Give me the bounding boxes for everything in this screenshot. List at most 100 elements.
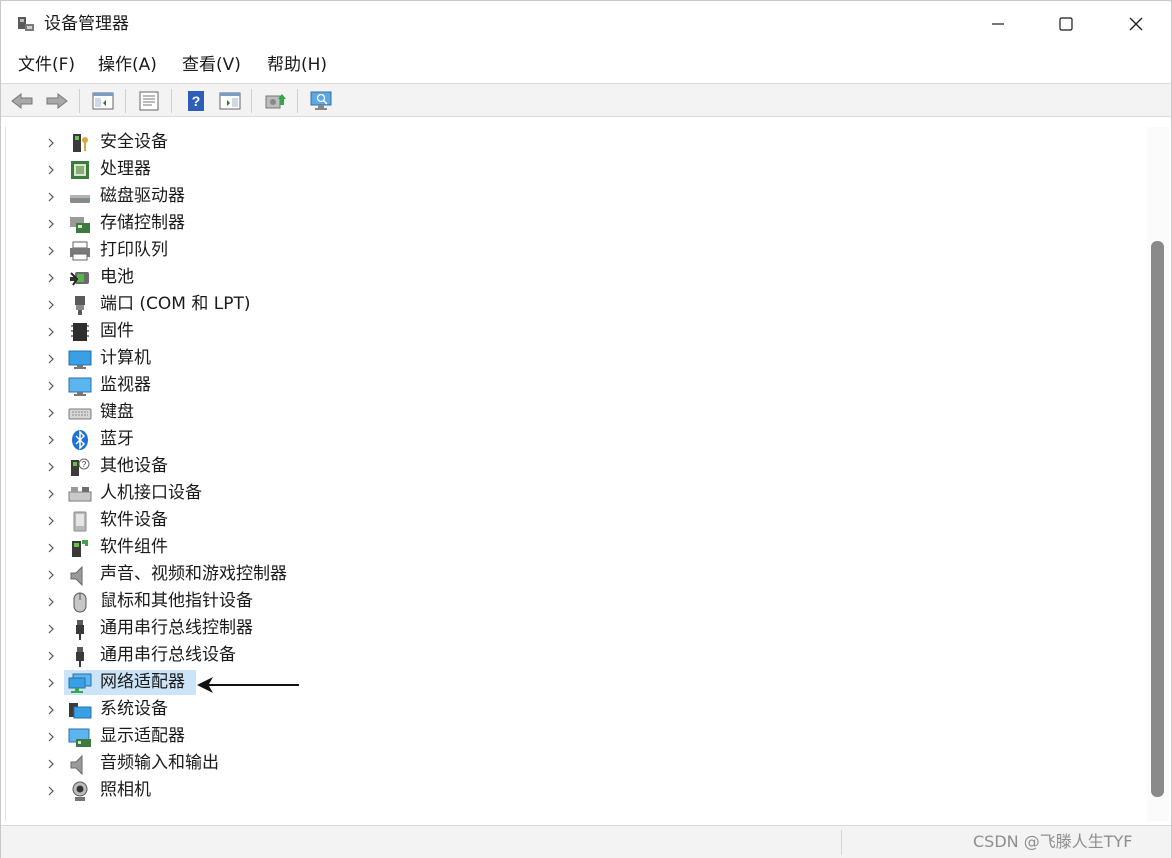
- forward-icon: [46, 92, 68, 110]
- chevron-right-icon[interactable]: [46, 542, 56, 554]
- scan-hardware-button[interactable]: [309, 88, 335, 114]
- help-icon: ?: [188, 91, 204, 111]
- chevron-right-icon[interactable]: [46, 704, 56, 716]
- tree-item[interactable]: 打印队列: [6, 237, 1146, 264]
- chevron-right-icon[interactable]: [46, 650, 56, 662]
- chevron-right-icon[interactable]: [46, 785, 56, 797]
- tree-item[interactable]: 存储控制器: [6, 210, 1146, 237]
- maximize-button[interactable]: [1031, 1, 1101, 47]
- software-device-icon: [73, 511, 87, 532]
- minimize-button[interactable]: [963, 1, 1033, 47]
- chevron-right-icon[interactable]: [46, 515, 56, 527]
- action-pane-button[interactable]: [217, 88, 243, 114]
- svg-text:?: ?: [192, 93, 201, 109]
- tree-item[interactable]: 音频输入和输出: [6, 750, 1146, 777]
- tree-item-label: 声音、视频和游戏控制器: [100, 564, 287, 584]
- tree-item[interactable]: 照相机: [6, 777, 1146, 804]
- chevron-right-icon[interactable]: [46, 677, 56, 689]
- tree-item[interactable]: 软件组件: [6, 534, 1146, 561]
- tree-item-label: 安全设备: [100, 132, 168, 152]
- tree-item[interactable]: 计算机: [6, 345, 1146, 372]
- tree-item-label: 网络适配器: [100, 672, 185, 692]
- chevron-right-icon[interactable]: [46, 191, 56, 203]
- chevron-right-icon[interactable]: [46, 353, 56, 365]
- tree-item-label: 软件组件: [100, 537, 168, 557]
- tree-item[interactable]: 处理器: [6, 156, 1146, 183]
- menu-file[interactable]: 文件(F): [18, 54, 75, 76]
- update-driver-button[interactable]: [262, 88, 288, 114]
- menu-action[interactable]: 操作(A): [98, 54, 157, 76]
- tree-item[interactable]: 监视器: [6, 372, 1146, 399]
- chevron-right-icon[interactable]: [46, 218, 56, 230]
- tree-item[interactable]: 固件: [6, 318, 1146, 345]
- tree-item-label: 照相机: [100, 780, 151, 800]
- tree-item-label: 电池: [100, 267, 134, 287]
- chevron-right-icon[interactable]: [46, 758, 56, 770]
- chevron-right-icon[interactable]: [46, 380, 56, 392]
- tree-item[interactable]: 通用串行总线设备: [6, 642, 1146, 669]
- menu-view[interactable]: 查看(V): [182, 54, 241, 76]
- tree-item[interactable]: 网络适配器: [6, 669, 1146, 696]
- chevron-right-icon[interactable]: [46, 731, 56, 743]
- printer-icon: [70, 241, 90, 261]
- action-pane-icon: [219, 92, 241, 110]
- tree-item[interactable]: 显示适配器: [6, 723, 1146, 750]
- keyboard-icon: [68, 408, 92, 420]
- chevron-right-icon[interactable]: [46, 326, 56, 338]
- tree-item[interactable]: 软件设备: [6, 507, 1146, 534]
- monitor-icon: [68, 377, 92, 396]
- tree-item[interactable]: 声音、视频和游戏控制器: [6, 561, 1146, 588]
- tree-item[interactable]: 磁盘驱动器: [6, 183, 1146, 210]
- tree-item[interactable]: 蓝牙: [6, 426, 1146, 453]
- chevron-right-icon[interactable]: [46, 245, 56, 257]
- scrollbar-thumb[interactable]: [1151, 241, 1164, 797]
- storage-controller-icon: [70, 217, 90, 233]
- minimize-icon: [992, 23, 1004, 25]
- chevron-right-icon[interactable]: [46, 164, 56, 176]
- chevron-right-icon[interactable]: [46, 461, 56, 473]
- tree-item-label: 打印队列: [100, 240, 168, 260]
- tree-item[interactable]: 电池: [6, 264, 1146, 291]
- audio-io-icon: [70, 754, 83, 775]
- chevron-right-icon[interactable]: [46, 623, 56, 635]
- tree-item-label: 鼠标和其他指针设备: [100, 591, 253, 611]
- tree-item[interactable]: 端口 (COM 和 LPT): [6, 291, 1146, 318]
- tree-item[interactable]: 系统设备: [6, 696, 1146, 723]
- chevron-right-icon[interactable]: [46, 272, 56, 284]
- device-tree: 安全设备处理器磁盘驱动器 存储控制器打印队列电池端口 (COM 和 LPT) 固件计…: [5, 127, 1147, 821]
- vertical-scrollbar[interactable]: [1147, 127, 1169, 821]
- forward-button[interactable]: [44, 88, 70, 114]
- tree-item[interactable]: 通用串行总线控制器: [6, 615, 1146, 642]
- display-adapter-icon: [68, 728, 91, 747]
- back-button[interactable]: [9, 88, 35, 114]
- system-device-icon: [69, 703, 92, 719]
- chevron-right-icon[interactable]: [46, 434, 56, 446]
- tree-item-label: 系统设备: [100, 699, 168, 719]
- chevron-right-icon[interactable]: [46, 407, 56, 419]
- chevron-right-icon[interactable]: [46, 299, 56, 311]
- tree-item[interactable]: 安全设备: [6, 129, 1146, 156]
- tree-item-label: 软件设备: [100, 510, 168, 530]
- chevron-right-icon[interactable]: [46, 488, 56, 500]
- menu-help[interactable]: 帮助(H): [267, 54, 327, 76]
- tree-item-label: 计算机: [100, 348, 151, 368]
- network-adapter-icon: [68, 673, 92, 693]
- chevron-right-icon[interactable]: [46, 569, 56, 581]
- disk-drive-icon: [70, 195, 90, 203]
- tree-item[interactable]: 人机接口设备: [6, 480, 1146, 507]
- chevron-right-icon[interactable]: [46, 137, 56, 149]
- tree-item-label: 处理器: [100, 159, 151, 179]
- close-button[interactable]: [1101, 1, 1171, 47]
- close-icon: [1129, 17, 1143, 31]
- tree-item[interactable]: 鼠标和其他指针设备: [6, 588, 1146, 615]
- tree-item-label: 端口 (COM 和 LPT): [100, 294, 251, 314]
- chevron-right-icon[interactable]: [46, 596, 56, 608]
- tree-item[interactable]: 键盘: [6, 399, 1146, 426]
- help-button[interactable]: ?: [183, 88, 209, 114]
- tree-item-label: 监视器: [100, 375, 151, 395]
- show-hide-tree-button[interactable]: [90, 88, 116, 114]
- svg-text:?: ?: [82, 460, 87, 469]
- properties-button[interactable]: [136, 88, 162, 114]
- tree-item[interactable]: ? 其他设备: [6, 453, 1146, 480]
- window-title: 设备管理器: [44, 14, 129, 34]
